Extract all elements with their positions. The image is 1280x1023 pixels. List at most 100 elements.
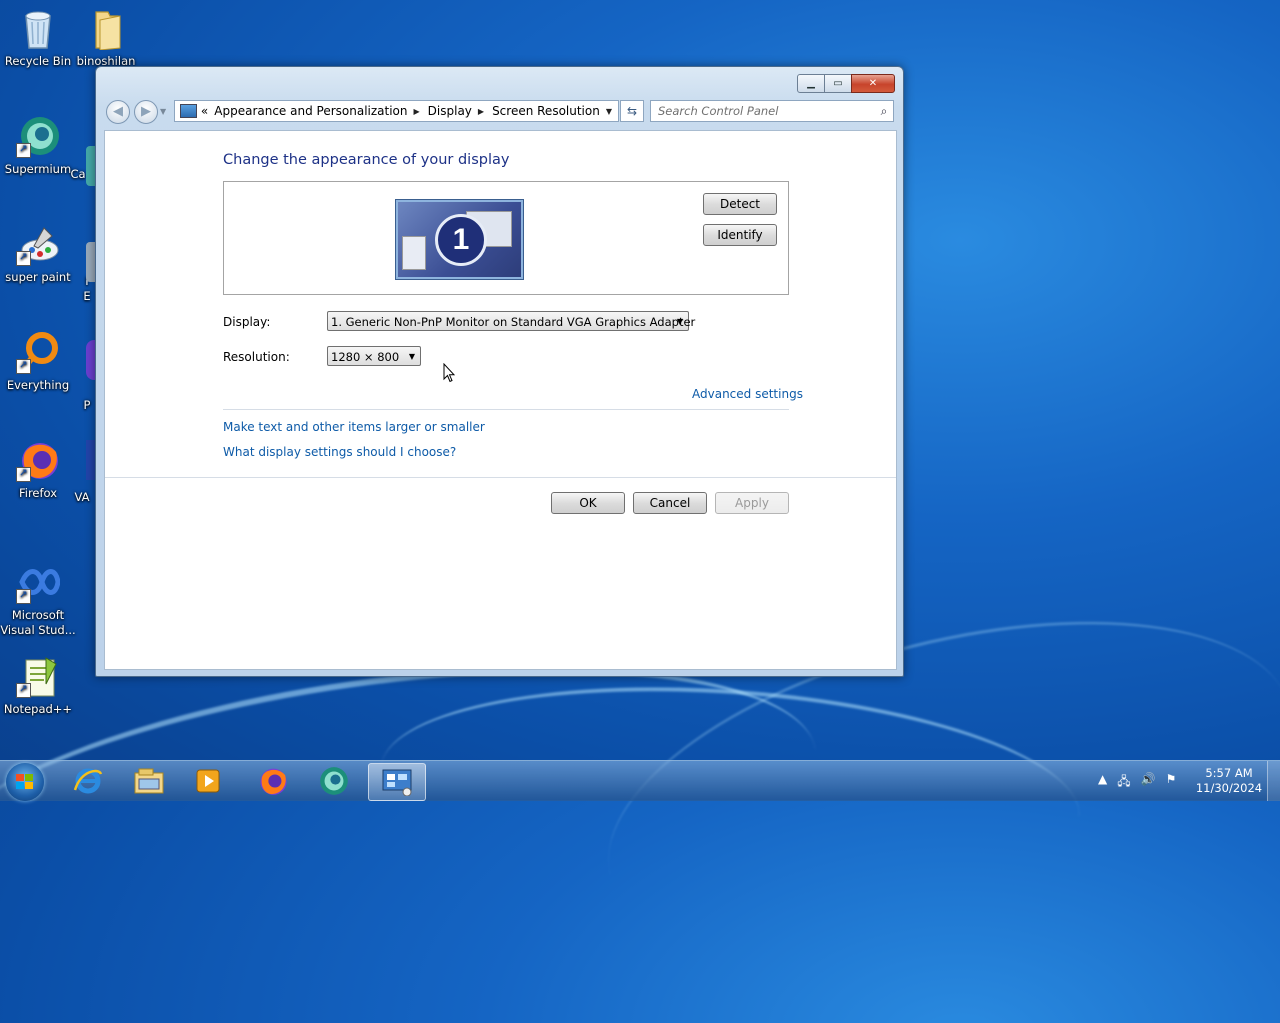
address-bar[interactable]: « Appearance and Personalization ▶ Displ… [174,100,619,122]
recent-pages-dropdown[interactable]: ▼ [160,107,166,116]
text-size-link[interactable]: Make text and other items larger or smal… [223,420,485,434]
monitor-preview-panel: 1 Detect Identify [223,181,789,295]
everything-search-icon: ↗ [16,330,60,374]
breadcrumb-separator-icon[interactable]: ▶ [414,107,420,116]
search-box[interactable]: ⌕ [650,100,894,122]
forward-button[interactable]: ▶ [134,100,158,124]
display-select-value: 1. Generic Non-PnP Monitor on Standard V… [331,315,696,329]
breadcrumb-appearance[interactable]: Appearance and Personalization [214,104,407,118]
supermium-icon: ↗ [16,114,60,158]
recycle-bin-icon [16,6,60,50]
search-input[interactable] [651,103,875,119]
desktop-icon-folder[interactable]: binoshilan [68,6,144,69]
taskbar-clock[interactable]: 5:57 AM 11/30/2024 [1186,766,1272,796]
taskbar-internet-explorer[interactable] [60,763,116,799]
taskbar-file-explorer[interactable] [121,763,177,799]
clock-time: 5:57 AM [1205,766,1253,780]
forward-arrow-icon: ▶ [141,104,151,119]
folder-icon [84,6,128,51]
shortcut-arrow-icon: ↗ [16,589,31,604]
breadcrumb-separator-icon[interactable]: ▶ [478,107,484,116]
notepad-plus-plus-icon: ↗ [16,654,60,698]
shortcut-arrow-icon: ↗ [16,359,31,374]
advanced-settings-link[interactable]: Advanced settings [692,387,803,401]
windows-logo-icon [16,774,34,790]
chevron-down-icon: ▼ [408,352,415,361]
breadcrumb-display[interactable]: Display [428,104,472,118]
search-icon[interactable]: ⌕ [875,104,893,119]
navigation-bar: ◀ ▶ ▼ « Appearance and Personalization ▶… [104,99,895,124]
shortcut-arrow-icon: ↗ [16,251,31,266]
resolution-label: Resolution: [223,350,290,364]
window-controls: ▁ ▭ ✕ [797,74,895,93]
identify-button[interactable]: Identify [703,224,777,246]
divider [223,409,789,410]
desktop-icon-label: Microsoft Visual Stud... [0,608,76,637]
desktop-icon-label: Recycle Bin [4,54,72,68]
control-panel-icon [382,769,412,796]
close-button[interactable]: ✕ [851,74,895,93]
content-area: Change the appearance of your display 1 … [104,130,897,670]
shortcut-arrow-icon: ↗ [16,143,31,158]
apply-button[interactable]: Apply [715,492,789,514]
volume-icon[interactable]: 🔊 [1141,772,1156,793]
breadcrumb-chevron[interactable]: « [201,104,208,118]
clock-date: 11/30/2024 [1195,781,1263,795]
desktop-icon-label: super paint [5,270,71,284]
network-icon[interactable]: 🖧 [1117,772,1130,793]
desktop-icon-notepad-plus-plus[interactable]: ↗ Notepad++ [0,654,76,717]
page-title: Change the appearance of your display [223,152,510,168]
taskbar: ▲ 🖧 🔊 ⚑ 5:57 AM 11/30/2024 [0,760,1280,801]
internet-explorer-icon [73,768,103,794]
start-button[interactable] [6,763,44,801]
supermium-icon [320,767,348,795]
file-explorer-icon [134,768,164,794]
detect-button[interactable]: Detect [703,193,777,215]
monitor-number-badge: 1 [435,214,487,266]
system-tray: ▲ 🖧 🔊 ⚑ [1098,772,1176,793]
action-center-flag-icon[interactable]: ⚑ [1166,772,1177,793]
shortcut-arrow-icon: ↗ [16,467,31,482]
taskbar-control-panel[interactable] [368,763,426,801]
refresh-button[interactable]: ⇆ [620,100,644,122]
display-select[interactable]: 1. Generic Non-PnP Monitor on Standard V… [327,311,695,331]
paint-palette-icon: ↗ [16,222,60,266]
desktop-icon-recycle-bin[interactable]: Recycle Bin [0,6,76,69]
desktop-icon-visual-studio[interactable]: ↗ Microsoft Visual Stud... [0,560,76,638]
taskbar-media-player[interactable] [180,763,236,799]
divider [105,477,896,478]
minimize-button[interactable]: ▁ [797,74,825,93]
back-button[interactable]: ◀ [106,100,130,124]
desktop-icon-super-paint[interactable]: ↗ super paint [0,222,76,285]
resolution-select[interactable]: 1280 × 800 ▼ [327,346,421,366]
mouse-pointer-icon [443,362,456,383]
minimize-icon: ▁ [807,78,815,89]
control-panel-icon [180,104,197,118]
monitor-window-graphic [402,236,426,270]
back-arrow-icon: ◀ [113,104,123,119]
screen-resolution-window[interactable]: ▁ ▭ ✕ ◀ ▶ ▼ « Appearance and Personaliza… [95,66,904,677]
ok-button[interactable]: OK [551,492,625,514]
maximize-button[interactable]: ▭ [824,74,852,93]
close-icon: ✕ [868,78,878,89]
media-player-icon [196,769,220,793]
show-desktop-button[interactable] [1267,761,1280,801]
maximize-icon: ▭ [833,78,843,89]
display-label: Display: [223,315,271,329]
firefox-icon: ↗ [16,438,60,482]
cancel-button[interactable]: Cancel [633,492,707,514]
resolution-select-value: 1280 × 800 [331,350,400,364]
visual-studio-icon: ↗ [16,560,61,604]
show-hidden-icons-icon[interactable]: ▲ [1098,772,1107,793]
monitor-thumbnail[interactable]: 1 [396,200,523,279]
desktop-icon-label: Notepad++ [3,702,73,716]
shortcut-arrow-icon: ↗ [16,683,31,698]
desktop-icon-everything[interactable]: ↗ Everything [0,330,76,393]
display-settings-help-link[interactable]: What display settings should I choose? [223,445,456,459]
taskbar-firefox[interactable] [244,763,300,799]
address-dropdown-icon[interactable]: ▼ [606,107,612,116]
breadcrumb-screen-resolution[interactable]: Screen Resolution [492,104,600,118]
taskbar-supermium[interactable] [306,763,362,799]
firefox-icon [260,768,287,795]
refresh-icon: ⇆ [626,104,638,118]
